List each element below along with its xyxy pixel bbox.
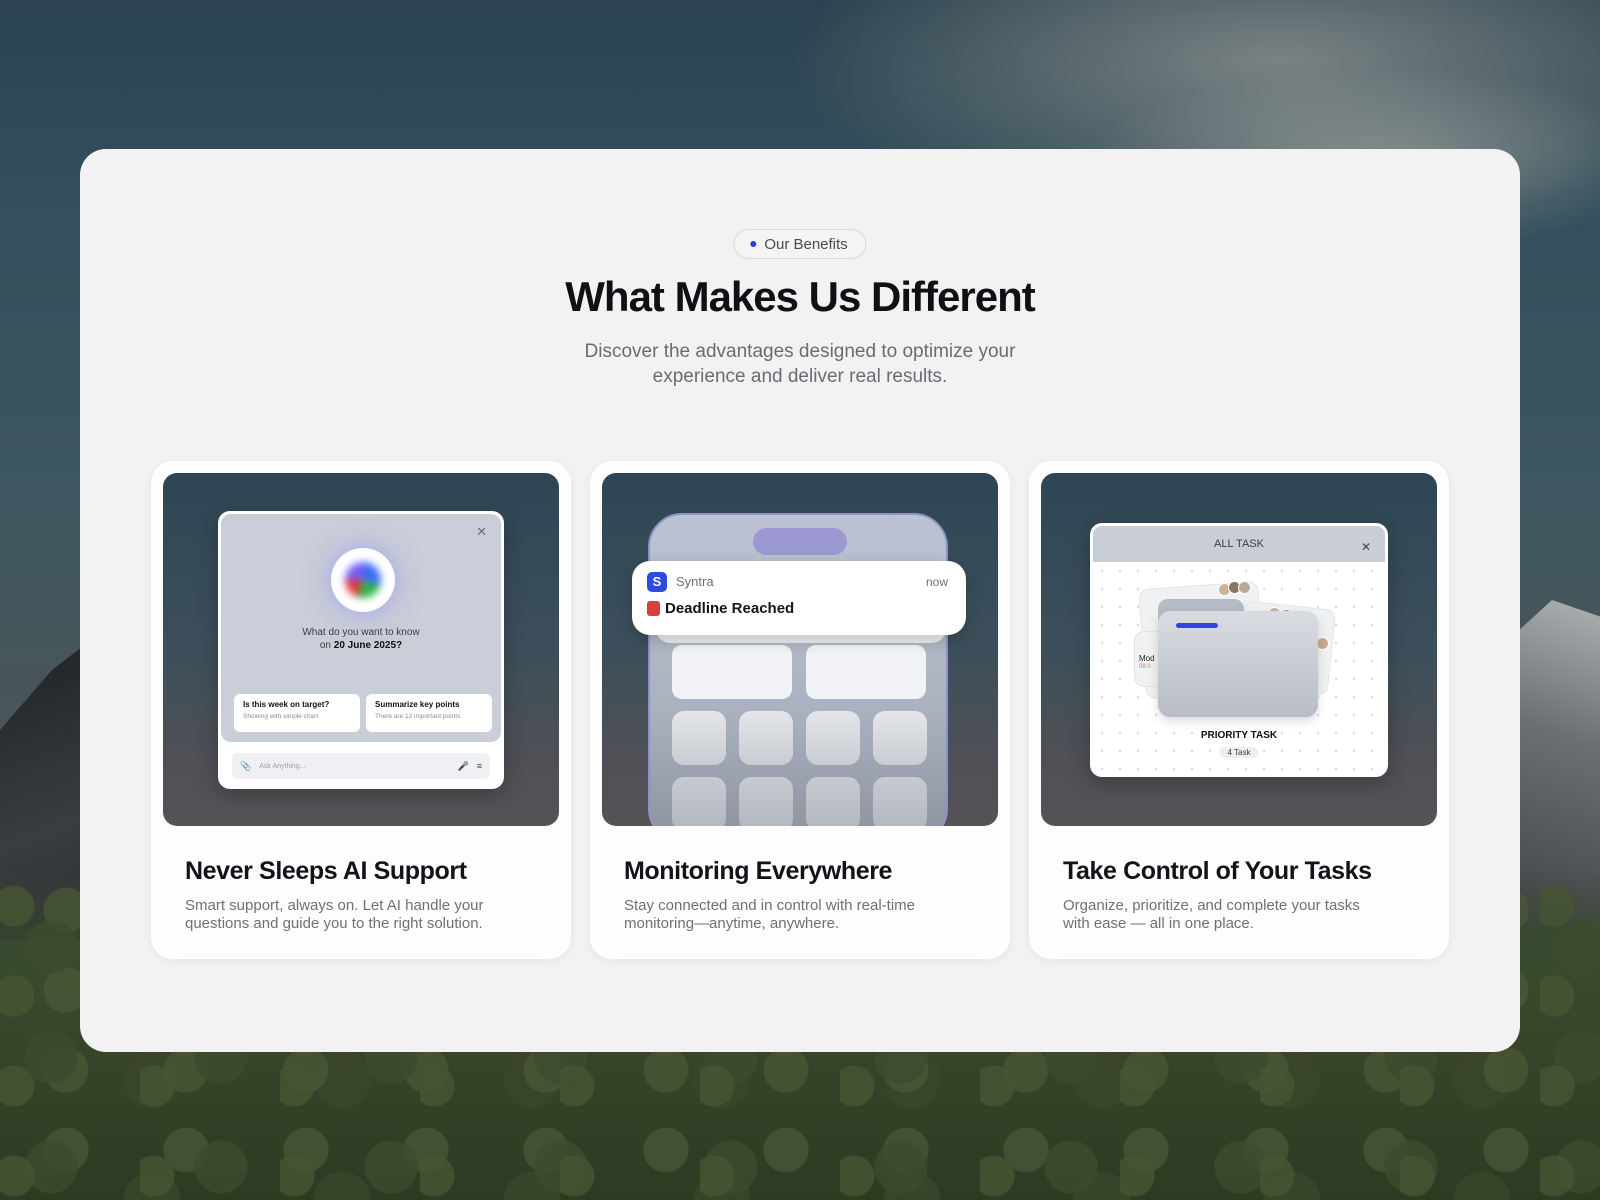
task-header-title: ALL TASK	[1214, 538, 1264, 550]
syntra-logo-icon: S	[647, 572, 667, 592]
notification-banner[interactable]: S Syntra now Deadline Reached	[632, 561, 966, 635]
chat-question: What do you want to know on 20 June 2025…	[221, 626, 501, 652]
close-icon[interactable]: ✕	[476, 524, 487, 540]
ask-placeholder: Ask Anything...	[259, 762, 306, 770]
paperclip-icon[interactable]: 📎	[240, 761, 251, 772]
folder-accent-bar	[1176, 623, 1218, 628]
notification-app-name: Syntra	[676, 574, 714, 589]
suggestion-title: Summarize key points	[375, 700, 460, 709]
task-header: ALL TASK ✕	[1093, 526, 1385, 562]
ai-chat-window: ✕ What do you want to know on 20 June 20…	[218, 511, 504, 789]
suggestion-subtitle: There are 12 important points	[375, 713, 461, 720]
card-illustration: ALL TASK ✕ Mod 08.0 PRIORITY TASK 4 Task	[1041, 473, 1437, 826]
card-description: Stay connected and in control with real-…	[624, 897, 915, 932]
card-title: Monitoring Everywhere	[624, 857, 893, 885]
app-icon	[806, 777, 860, 826]
question-line: What do you want to know	[302, 627, 420, 638]
benefit-card-tasks: ALL TASK ✕ Mod 08.0 PRIORITY TASK 4 Task…	[1029, 461, 1449, 959]
home-widget	[806, 645, 926, 699]
question-prefix: on	[319, 640, 331, 651]
ai-orb-icon	[331, 548, 395, 612]
suggestion-title: Is this week on target?	[243, 700, 330, 709]
card-title: Take Control of Your Tasks	[1063, 857, 1372, 885]
question-date: 20 June 2025?	[333, 640, 403, 651]
task-card-label: Mod	[1139, 654, 1155, 663]
app-icon	[873, 711, 927, 765]
question-date-line: on 20 June 2025?	[221, 639, 501, 652]
avatar	[1238, 581, 1251, 594]
waveform-icon[interactable]: ≡	[477, 761, 482, 771]
benefits-panel: Our Benefits What Makes Us Different Dis…	[80, 149, 1520, 1052]
phone-mockup	[648, 513, 948, 826]
card-description: Organize, prioritize, and complete your …	[1063, 897, 1360, 932]
app-icon	[739, 711, 793, 765]
close-icon[interactable]: ✕	[1361, 526, 1371, 568]
badge-label: Our Benefits	[764, 235, 848, 253]
benefit-card-monitoring: S Syntra now Deadline Reached Monitoring…	[590, 461, 1010, 959]
app-icon	[739, 777, 793, 826]
notification-time: now	[925, 575, 948, 589]
card-illustration: ✕ What do you want to know on 20 June 20…	[163, 473, 559, 826]
app-icon	[672, 711, 726, 765]
card-description: Smart support, always on. Let AI handle …	[185, 897, 484, 932]
ask-input[interactable]: 📎 Ask Anything... 🎤 ≡	[232, 753, 490, 779]
folder-title: PRIORITY TASK	[1200, 730, 1278, 741]
section-subline: Discover the advantages designed to opti…	[584, 341, 1016, 387]
folder-count-badge: 4 Task	[1219, 747, 1259, 758]
app-icon	[873, 777, 927, 826]
suggestion-chip[interactable]: Is this week on target? Showing with sim…	[234, 694, 360, 732]
microphone-icon[interactable]: 🎤	[458, 761, 469, 772]
task-card-date: 08.0	[1139, 664, 1151, 670]
card-title: Never Sleeps AI Support	[185, 857, 467, 885]
app-icon	[672, 777, 726, 826]
benefit-card-ai-support: ✕ What do you want to know on 20 June 20…	[151, 461, 571, 959]
card-illustration: S Syntra now Deadline Reached	[602, 473, 998, 826]
section-headline: What Makes Us Different	[565, 273, 1035, 320]
app-icon	[806, 711, 860, 765]
suggestion-subtitle: Showing with simple chart	[243, 713, 319, 720]
section-badge: Our Benefits	[733, 229, 867, 259]
chat-body: ✕ What do you want to know on 20 June 20…	[221, 514, 501, 742]
suggestion-chip[interactable]: Summarize key points There are 12 import…	[366, 694, 492, 732]
notification-message: Deadline Reached	[665, 600, 795, 617]
alarm-icon	[647, 601, 660, 616]
dynamic-island	[753, 528, 847, 555]
home-widget	[672, 645, 792, 699]
task-window: ALL TASK ✕ Mod 08.0 PRIORITY TASK 4 Task	[1090, 523, 1388, 777]
badge-dot-icon	[750, 241, 757, 247]
folder-icon[interactable]	[1158, 611, 1318, 717]
